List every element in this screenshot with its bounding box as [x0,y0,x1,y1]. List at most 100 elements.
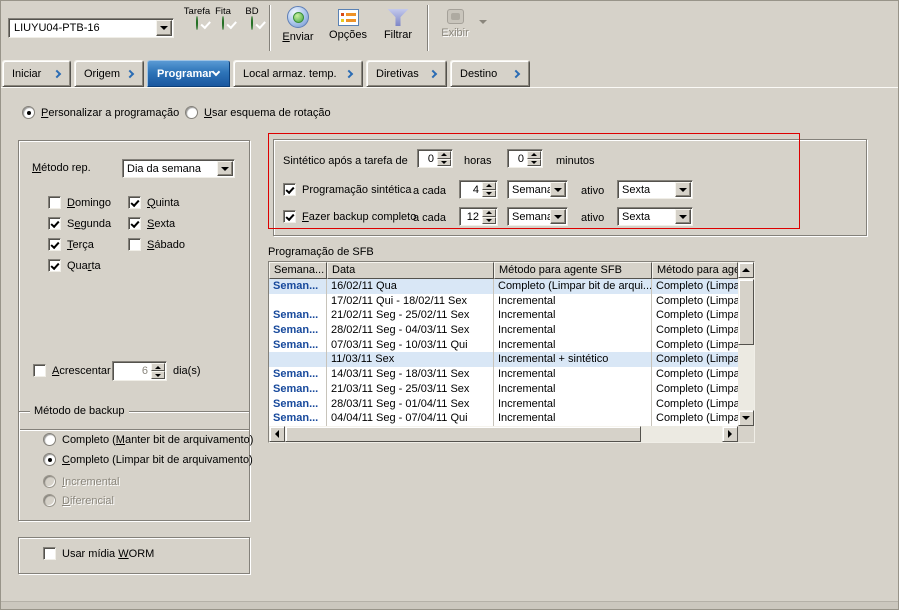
checkbox-icon[interactable] [48,259,61,272]
table-row[interactable]: 17/02/11 Qui - 18/02/11 SexIncrementalCo… [269,294,738,309]
exibir-dropdown-button[interactable] [477,16,489,28]
radio-icon[interactable] [43,475,56,488]
checkbox-segunda[interactable]: Segunda [48,217,111,230]
spin-up-button[interactable] [151,363,165,371]
radio-personalizar-programacao[interactable]: Personalizar a programação [22,106,179,119]
horizontal-scrollbar[interactable] [269,426,738,442]
dropdown-button[interactable] [550,182,566,197]
horizontal-scrollbar-thumb[interactable] [285,426,641,442]
minutes-spinner[interactable]: 0 [507,149,543,168]
checkbox-sexta[interactable]: Sexta [128,217,175,230]
radio-icon[interactable] [185,106,198,119]
spinner-buttons[interactable] [437,151,451,166]
column-header-data[interactable]: Data [327,262,494,279]
checkbox-icon[interactable] [48,238,61,251]
checkbox-icon[interactable] [43,547,56,560]
opcoes-button[interactable]: Opções [326,4,370,52]
spin-up-button[interactable] [437,151,451,159]
table-row[interactable]: 11/03/11 SexIncremental + sintéticoCompl… [269,352,738,367]
hours-spinner[interactable]: 0 [417,149,453,168]
scroll-left-button[interactable] [269,426,285,442]
spin-down-button[interactable] [482,217,496,225]
table-row[interactable]: Seman...21/02/11 Seg - 25/02/11 SexIncre… [269,308,738,323]
checkbox-fazer-backup-completo[interactable]: Fazer backup completo [283,210,416,223]
column-header-semana[interactable]: Semana... [269,262,327,279]
spin-down-button[interactable] [437,159,451,167]
checkbox-icon[interactable] [33,364,46,377]
vertical-scrollbar[interactable] [738,262,754,426]
checkbox-quinta[interactable]: Quinta [128,196,179,209]
radio-incremental[interactable]: Incremental [43,475,119,488]
dropdown-button[interactable] [217,161,233,176]
enviar-button[interactable]: Enviar [276,4,320,52]
spinner-buttons[interactable] [482,182,496,197]
radio-icon[interactable] [43,433,56,446]
job-selector-combobox[interactable]: LIUYU04-PTB-16 [8,18,174,38]
exibir-button[interactable]: Exibir [434,4,476,52]
spinner-buttons[interactable] [151,363,165,379]
sintetica-unit-combobox[interactable]: Semana(s) [507,180,568,199]
checkbox-terca[interactable]: Terça [48,238,94,251]
checkbox-quarta[interactable]: Quarta [48,259,101,272]
column-header-metodo-agente[interactable]: Método para agei [652,262,738,279]
checkbox-icon[interactable] [48,196,61,209]
radio-completo-manter[interactable]: Completo (Manter bit de arquivamento) [43,433,253,446]
sintetica-every-spinner[interactable]: 4 [459,180,498,199]
spin-down-button[interactable] [527,159,541,167]
scroll-right-button[interactable] [722,426,738,442]
checkbox-acrescentar[interactable]: Acrescentar [33,364,111,377]
radio-usar-esquema-rotacao[interactable]: Usar esquema de rotação [185,106,331,119]
metodo-rep-combobox[interactable]: Dia da semana [122,159,235,178]
radio-diferencial[interactable]: Diferencial [43,494,114,507]
spin-up-button[interactable] [482,182,496,190]
table-row[interactable]: Seman...07/03/11 Seg - 10/03/11 QuiIncre… [269,338,738,353]
scroll-up-button[interactable] [738,262,754,278]
table-row[interactable]: Seman...04/04/11 Seg - 07/04/11 QuiIncre… [269,411,738,426]
table-row[interactable]: Seman...14/03/11 Seg - 18/03/11 SexIncre… [269,367,738,382]
table-row[interactable]: Seman...21/03/11 Seg - 25/03/11 SexIncre… [269,382,738,397]
tab-local-armaz-temp[interactable]: Local armaz. temp. [233,60,363,87]
vertical-scrollbar-thumb[interactable] [738,279,754,345]
tab-programar[interactable]: Programar [147,60,230,87]
spinner-buttons[interactable] [482,209,496,224]
table-row[interactable]: Seman...28/02/11 Seg - 04/03/11 SexIncre… [269,323,738,338]
dropdown-button[interactable] [675,209,691,224]
spinner-buttons[interactable] [527,151,541,166]
completo-day-combobox[interactable]: Sexta [617,207,693,226]
acrescentar-days-spinner[interactable]: 6 [112,361,167,381]
completo-every-spinner[interactable]: 12 [459,207,498,226]
tab-origem[interactable]: Origem [74,60,144,87]
checkbox-icon[interactable] [283,183,296,196]
sintetica-day-combobox[interactable]: Sexta [617,180,693,199]
scroll-down-button[interactable] [738,410,754,426]
checkbox-usar-midia-worm[interactable]: Usar mídia WORM [43,547,154,560]
checkbox-icon[interactable] [128,196,141,209]
filtrar-button[interactable]: Filtrar [376,4,420,52]
spin-up-button[interactable] [527,151,541,159]
column-header-metodo-sfb[interactable]: Método para agente SFB [494,262,652,279]
checkbox-icon[interactable] [48,217,61,230]
completo-unit-combobox[interactable]: Semana(s) [507,207,568,226]
dropdown-button[interactable] [675,182,691,197]
checkbox-domingo[interactable]: Domingo [48,196,111,209]
tab-diretivas[interactable]: Diretivas [366,60,447,87]
checkbox-programacao-sintetica[interactable]: Programação sintética [283,183,411,196]
checkbox-sabado[interactable]: Sábado [128,238,185,251]
spin-down-button[interactable] [151,371,165,379]
job-selector-dropdown-button[interactable] [156,20,172,36]
tab-iniciar[interactable]: Iniciar [2,60,71,87]
tab-destino[interactable]: Destino [450,60,530,87]
radio-icon[interactable] [43,453,56,466]
radio-icon[interactable] [43,494,56,507]
table-row[interactable]: Seman...16/02/11 QuaCompleto (Limpar bit… [269,279,738,294]
checkbox-icon[interactable] [128,238,141,251]
checkbox-label: Usar mídia WORM [62,548,154,560]
checkbox-icon[interactable] [128,217,141,230]
radio-icon[interactable] [22,106,35,119]
checkbox-icon[interactable] [283,210,296,223]
dropdown-button[interactable] [550,209,566,224]
table-row[interactable]: Seman...28/03/11 Seg - 01/04/11 SexIncre… [269,397,738,412]
spin-down-button[interactable] [482,190,496,198]
radio-completo-limpar[interactable]: Completo (Limpar bit de arquivamento) [43,453,253,466]
spin-up-button[interactable] [482,209,496,217]
